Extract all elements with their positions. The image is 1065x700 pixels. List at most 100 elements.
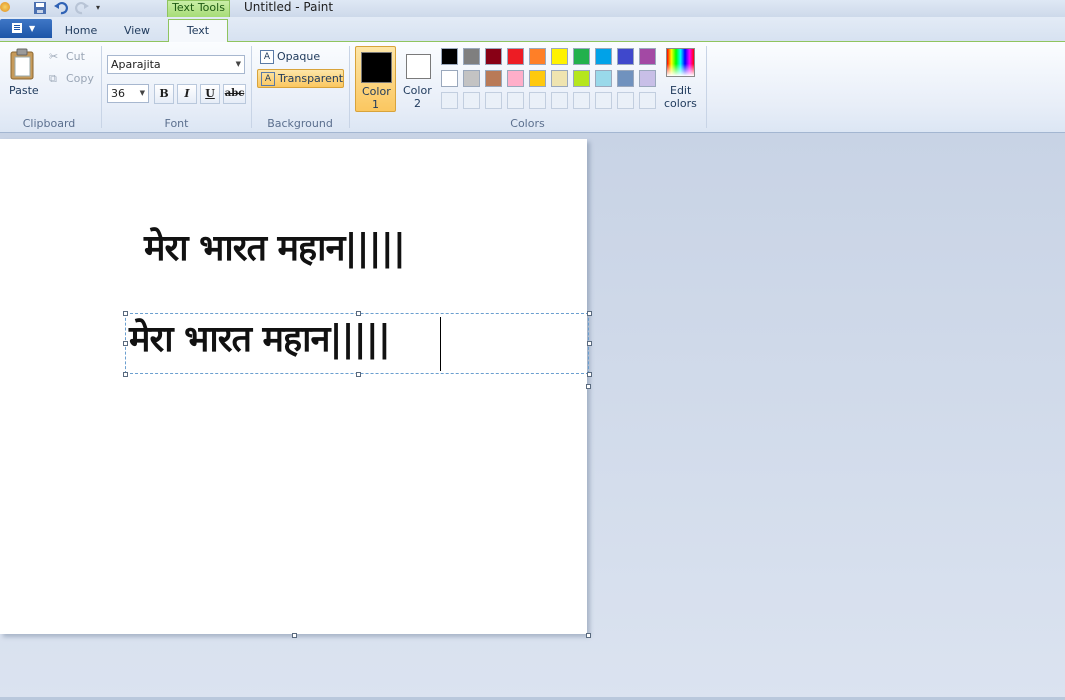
transparent-button[interactable]: A Transparent (257, 69, 344, 88)
cut-label: Cut (66, 50, 85, 63)
copy-icon: ⧉ (49, 72, 57, 85)
color2-label: Color (403, 84, 432, 97)
color1-button[interactable]: Color 1 (355, 46, 396, 112)
custom-color-slot[interactable] (507, 92, 524, 109)
opaque-button[interactable]: A Opaque (257, 48, 327, 67)
group-divider (101, 46, 102, 128)
copy-label: Copy (66, 72, 94, 85)
group-divider (349, 46, 350, 128)
title-bar: ▾ Text Tools Untitled - Paint (0, 0, 1065, 17)
color1-swatch (361, 52, 392, 83)
custom-color-slot[interactable] (463, 92, 480, 109)
resize-handle[interactable] (123, 341, 128, 346)
colors-group-label: Colors (510, 117, 545, 130)
color2-button[interactable]: Color 2 (400, 46, 436, 112)
palette-swatch[interactable] (463, 48, 480, 65)
tab-text[interactable]: Text (168, 19, 228, 42)
cut-button[interactable]: ✂ Cut (47, 48, 97, 66)
clipboard-icon (10, 48, 34, 80)
edit-colors-button[interactable] (663, 46, 696, 80)
palette-swatch[interactable] (507, 48, 524, 65)
palette-swatch[interactable] (595, 48, 612, 65)
custom-color-slot[interactable] (617, 92, 634, 109)
palette-swatch[interactable] (573, 48, 590, 65)
custom-color-slot[interactable] (573, 92, 590, 109)
canvas-resize-handle-right[interactable] (586, 384, 591, 389)
palette-swatch[interactable] (485, 48, 502, 65)
tab-home[interactable]: Home (58, 21, 104, 41)
opaque-icon: A (260, 50, 274, 64)
background-group-label: Background (267, 117, 333, 130)
window-title: Untitled - Paint (244, 0, 334, 14)
color-spectrum-icon (666, 48, 695, 77)
canvas-text-2[interactable]: मेरा भारत महान||||| (129, 313, 391, 362)
resize-handle[interactable] (587, 372, 592, 377)
transparent-label: Transparent (278, 72, 344, 85)
resize-handle[interactable] (587, 311, 592, 316)
font-family-dropdown[interactable]: Aparajita ▼ (107, 55, 245, 74)
palette-swatch[interactable] (441, 70, 458, 87)
copy-button[interactable]: ⧉ Copy (47, 70, 97, 88)
edit-colors-label: Edit (670, 84, 692, 97)
font-size-value: 36 (111, 87, 125, 100)
custom-color-slot[interactable] (595, 92, 612, 109)
resize-handle[interactable] (356, 311, 361, 316)
transparent-icon: A (261, 72, 275, 86)
strikethrough-button[interactable]: abc (223, 84, 246, 104)
customize-qat-icon[interactable]: ▾ (96, 1, 110, 15)
chevron-down-icon: ▼ (235, 60, 241, 68)
paste-button[interactable]: Paste (5, 46, 40, 102)
font-size-dropdown[interactable]: 36 ▼ (107, 84, 149, 103)
chevron-down-icon: ▼ (29, 24, 36, 33)
palette-swatch[interactable] (551, 48, 568, 65)
scissors-icon: ✂ (49, 50, 59, 63)
custom-color-slot[interactable] (639, 92, 656, 109)
group-divider (251, 46, 252, 128)
underline-button[interactable]: U (200, 84, 220, 104)
save-icon[interactable] (33, 1, 47, 15)
italic-button[interactable]: I (177, 84, 197, 104)
palette-swatch[interactable] (485, 70, 502, 87)
drawing-canvas[interactable] (0, 139, 587, 634)
resize-handle[interactable] (356, 372, 361, 377)
resize-handle[interactable] (123, 311, 128, 316)
palette-swatch[interactable] (463, 70, 480, 87)
resize-handle[interactable] (587, 341, 592, 346)
color1-number: 1 (372, 98, 379, 111)
palette-swatch[interactable] (639, 70, 656, 87)
opaque-label: Opaque (277, 50, 321, 63)
text-tools-context-label: Text Tools (167, 0, 230, 17)
custom-color-slot[interactable] (529, 92, 546, 109)
undo-icon[interactable] (54, 1, 68, 15)
edit-colors-label-2: colors (664, 97, 697, 110)
redo-icon[interactable] (75, 1, 89, 15)
resize-handle[interactable] (123, 372, 128, 377)
palette-swatch[interactable] (529, 70, 546, 87)
group-divider (706, 46, 707, 128)
tab-view[interactable]: View (114, 21, 160, 41)
custom-color-slot[interactable] (551, 92, 568, 109)
color1-label: Color (362, 85, 391, 98)
font-family-value: Aparajita (111, 58, 161, 71)
canvas-resize-handle-corner[interactable] (586, 633, 591, 638)
clipboard-group-label: Clipboard (22, 117, 76, 130)
paste-label: Paste (9, 84, 39, 97)
custom-color-slot[interactable] (441, 92, 458, 109)
palette-swatch[interactable] (441, 48, 458, 65)
palette-swatch[interactable] (595, 70, 612, 87)
ribbon: Paste ✂ Cut ⧉ Copy Clipboard Aparajita ▼… (0, 42, 1065, 133)
palette-swatch[interactable] (573, 70, 590, 87)
canvas-resize-handle-bottom[interactable] (292, 633, 297, 638)
palette-swatch[interactable] (529, 48, 546, 65)
palette-swatch[interactable] (639, 48, 656, 65)
color2-number: 2 (414, 97, 421, 110)
bold-button[interactable]: B (154, 84, 174, 104)
custom-color-slot[interactable] (485, 92, 502, 109)
palette-swatch[interactable] (507, 70, 524, 87)
palette-swatch[interactable] (551, 70, 568, 87)
paint-menu-button[interactable]: ▼ (0, 19, 52, 38)
palette-swatch[interactable] (617, 48, 634, 65)
palette-swatch[interactable] (617, 70, 634, 87)
color2-swatch (406, 54, 431, 79)
paint-app-icon[interactable] (0, 2, 10, 12)
